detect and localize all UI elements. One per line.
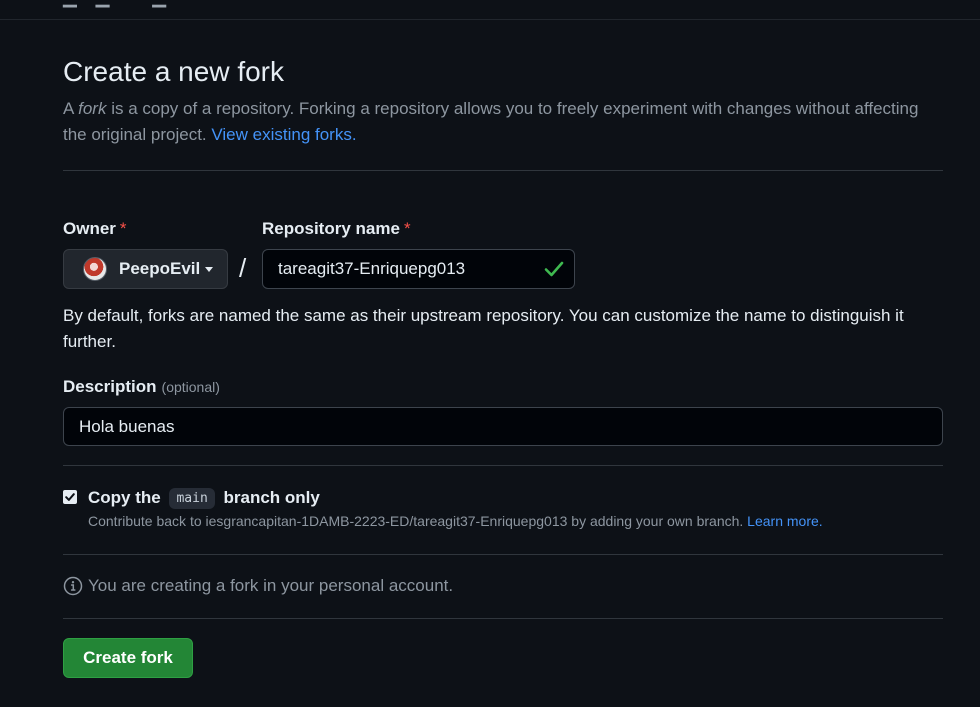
view-existing-forks-link[interactable]: View existing forks. (211, 125, 356, 144)
copy-main-branch-checkbox[interactable] (63, 490, 77, 504)
checkbox-checked-icon (65, 493, 75, 501)
description-field[interactable] (63, 407, 943, 446)
owner-select-button[interactable]: PeepoEvil (63, 249, 228, 289)
learn-more-link[interactable]: Learn more. (747, 513, 822, 529)
avatar (83, 257, 107, 281)
branch-name-code: main (169, 488, 215, 509)
caret-down-icon (205, 266, 214, 272)
repository-name-field[interactable] (262, 249, 575, 289)
divider (63, 554, 943, 555)
repository-name-input[interactable] (263, 250, 533, 288)
divider (63, 170, 943, 171)
divider (63, 465, 943, 466)
repository-name-label: Repository name * (262, 219, 411, 238)
page-title: Create a new fork (63, 56, 284, 87)
owner-name: PeepoEvil (119, 259, 201, 278)
page-subtitle: A fork is a copy of a repository. Forkin… (63, 99, 919, 144)
description-input[interactable] (64, 408, 924, 446)
owner-label: Owner * (63, 219, 127, 238)
top-header-remnant: ▁ ▔▁ ▔ ▔ ▁ (0, 0, 980, 20)
account-info-text: You are creating a fork in your personal… (88, 576, 454, 595)
repository-name-help-text: By default, forks are named the same as … (63, 306, 904, 351)
cropped-header-text: ▁ ▔▁ ▔ ▔ ▁ (63, 0, 166, 8)
description-label: Description (optional) (63, 377, 220, 396)
owner-repo-separator: / (239, 253, 247, 283)
required-marker: * (403, 219, 411, 238)
create-fork-button[interactable]: Create fork (63, 638, 193, 678)
divider (63, 618, 943, 619)
check-icon (544, 261, 564, 277)
account-info-notice: You are creating a fork in your personal… (63, 576, 453, 596)
copy-main-branch-label[interactable]: Copy the main branch only (88, 488, 320, 509)
copy-branch-note: Contribute back to iesgrancapitan-1DAMB-… (88, 513, 823, 529)
required-marker: * (119, 219, 127, 238)
optional-marker: (optional) (161, 379, 220, 395)
info-icon (63, 576, 83, 596)
